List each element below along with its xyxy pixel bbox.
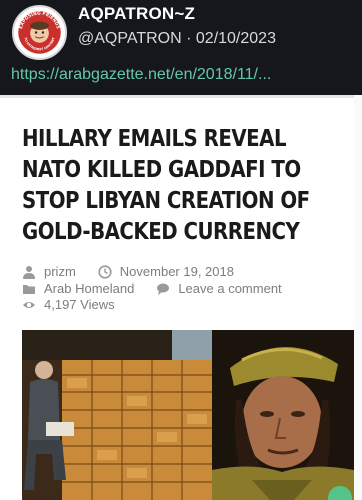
gold-bars-photo[interactable] xyxy=(22,330,212,500)
leave-comment-link[interactable]: Leave a comment xyxy=(178,281,281,296)
handle-and-date: @AQPATRON · 02/10/2023 xyxy=(78,30,276,48)
post-header: EXPOSING FRIENDS TO EXTREMIST CONTENT AQ… xyxy=(0,0,362,95)
article-meta-row-category-comment: Arab Homeland Leave a comment xyxy=(22,281,282,296)
article-link[interactable]: https://arabgazette.net/en/2018/11/... xyxy=(11,66,356,84)
user-handle[interactable]: @AQPATRON xyxy=(78,30,182,47)
portrait-photo[interactable] xyxy=(212,330,354,500)
right-margin xyxy=(354,95,362,500)
display-name[interactable]: AQPATRON~Z xyxy=(78,4,195,24)
exposing-friends-of-extremist-content-badge-icon: EXPOSING FRIENDS TO EXTREMIST CONTENT xyxy=(14,7,65,58)
user-icon xyxy=(22,265,36,279)
comment-icon xyxy=(156,282,170,296)
article-author[interactable]: prizm xyxy=(44,264,76,279)
avatar[interactable]: EXPOSING FRIENDS TO EXTREMIST CONTENT xyxy=(12,5,67,60)
post-date: 02/10/2023 xyxy=(195,30,276,47)
article-meta-row-views: 4,197 Views xyxy=(22,297,115,312)
man-seated-beside-gold-bar-stacks-icon xyxy=(22,330,212,500)
article-title[interactable]: Hillary Emails Reveal NATO Killed Gaddaf… xyxy=(22,124,349,248)
folder-icon xyxy=(22,282,36,296)
article-category[interactable]: Arab Homeland xyxy=(44,281,134,296)
clock-icon xyxy=(98,264,112,279)
eye-icon xyxy=(22,298,36,312)
portrait-of-man-in-military-cap-icon xyxy=(212,330,354,500)
article-views: 4,197 Views xyxy=(44,297,115,312)
article-meta-row-author-date: prizm November 19, 2018 xyxy=(22,264,234,279)
separator-dot: · xyxy=(186,30,192,47)
article-date: November 19, 2018 xyxy=(119,264,234,279)
link-preview-divider xyxy=(0,95,362,98)
